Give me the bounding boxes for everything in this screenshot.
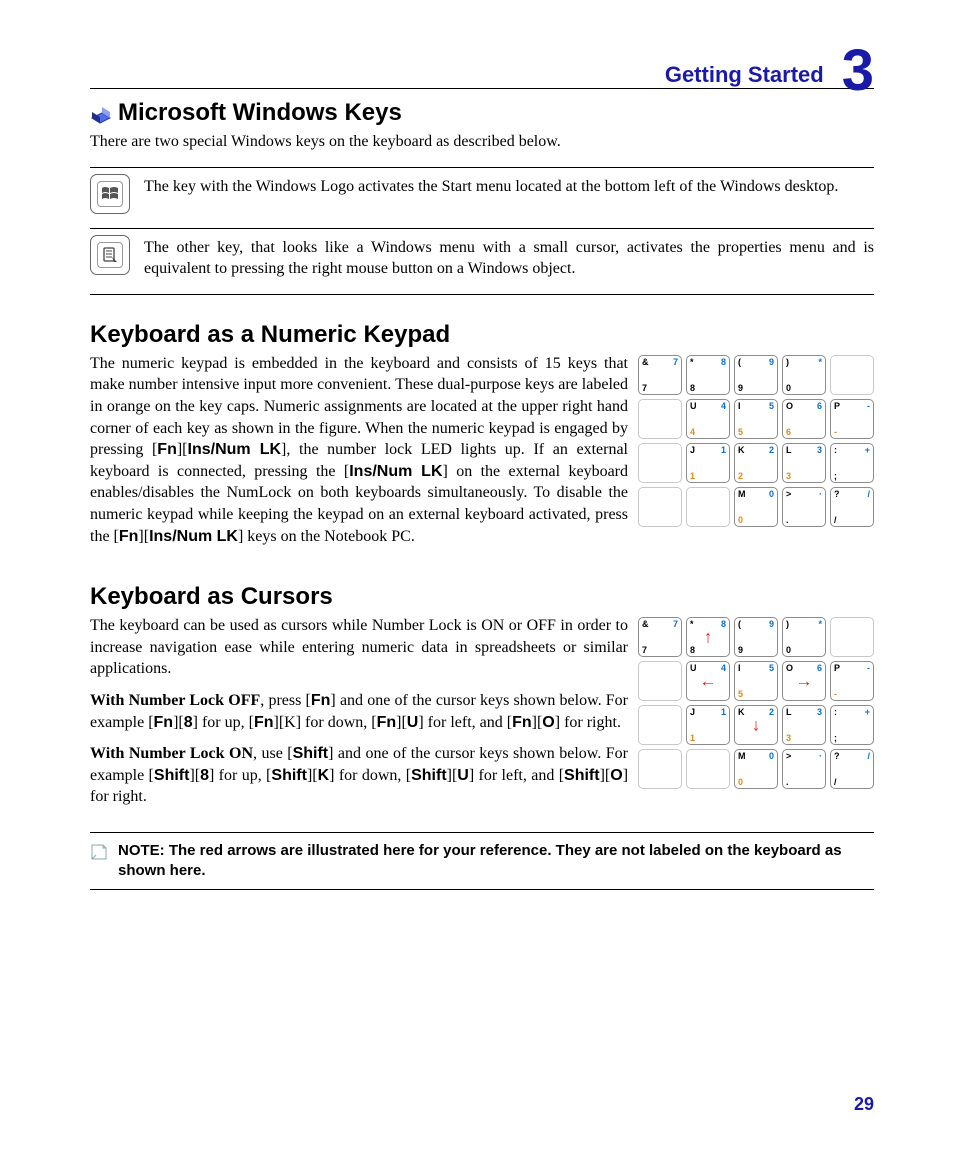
keypad-key: >·. — [782, 749, 826, 789]
key-o: O — [610, 767, 622, 784]
keypad-key: O66 — [782, 399, 826, 439]
keypad-key: L33 — [782, 443, 826, 483]
keypad-key: J11 — [686, 705, 730, 745]
note-box: NOTE: The red arrows are illustrated her… — [90, 832, 874, 891]
keypad-key: )*0 — [782, 617, 826, 657]
keypad-key: O6→ — [782, 661, 826, 701]
key-8: 8 — [200, 767, 209, 784]
key-fn: Fn — [311, 692, 331, 709]
page-number: 29 — [854, 1094, 874, 1115]
arrow-icon: ← — [700, 673, 717, 690]
key-ins-num-lk: Ins/Num LK — [349, 463, 442, 480]
arrow-icon: ↓ — [752, 717, 761, 734]
keypad-key: &77 — [638, 617, 682, 657]
key-8: 8 — [184, 714, 193, 731]
keypad-key: U4← — [686, 661, 730, 701]
key-fn: Fn — [254, 714, 274, 731]
key-ins-num-lk: Ins/Num LK — [188, 441, 282, 458]
windows-logo-icon — [97, 181, 123, 207]
keypad-key: :+; — [830, 443, 874, 483]
key-shift: Shift — [564, 767, 600, 784]
menu-key-icon — [97, 242, 123, 268]
keypad-key — [830, 617, 874, 657]
keypad-key: ?// — [830, 749, 874, 789]
key-k: K — [318, 767, 330, 784]
note-icon — [90, 843, 108, 861]
key-shift: Shift — [154, 767, 190, 784]
cursors-keypad-figure: &77*88↑(99)*0 U4←I55O6→P-- J11K2↓L33:+; M00… — [638, 617, 874, 789]
menu-key-description: The other key, that looks like a Windows… — [144, 235, 874, 280]
keypad-key — [830, 355, 874, 395]
key-fn: Fn — [157, 441, 177, 458]
key-ins-num-lk: Ins/Num LK — [149, 528, 238, 545]
keypad-key: (99 — [734, 617, 778, 657]
keypad-key: I55 — [734, 661, 778, 701]
divider — [90, 294, 874, 295]
section-heading-numeric-keypad: Keyboard as a Numeric Keypad — [90, 321, 874, 349]
menu-key-row: The other key, that looks like a Windows… — [90, 235, 874, 280]
keypad-key: K22 — [734, 443, 778, 483]
keypad-key: L33 — [782, 705, 826, 745]
keypad-key — [638, 661, 682, 701]
key-shift: Shift — [293, 745, 329, 762]
key-shift: Shift — [411, 767, 447, 784]
windows-logo-keycap — [90, 174, 130, 214]
keypad-key: :+; — [830, 705, 874, 745]
menu-keycap — [90, 235, 130, 275]
divider — [90, 167, 874, 168]
keypad-key — [638, 487, 682, 527]
keypad-key — [638, 443, 682, 483]
keypad-key: ?// — [830, 487, 874, 527]
windows-logo-key-description: The key with the Windows Logo activates … — [144, 174, 838, 198]
keypad-key: I55 — [734, 399, 778, 439]
keypad-key — [638, 749, 682, 789]
keypad-key: M00 — [734, 487, 778, 527]
keypad-key: M00 — [734, 749, 778, 789]
keypad-key — [638, 399, 682, 439]
key-shift: Shift — [271, 767, 307, 784]
chapter-title: Getting Started — [665, 62, 824, 88]
key-fn: Fn — [377, 714, 397, 731]
keypad-key: P-- — [830, 661, 874, 701]
keypad-key: P-- — [830, 399, 874, 439]
keypad-key: >·. — [782, 487, 826, 527]
label-numlock-on: With Number Lock ON — [90, 745, 253, 762]
chapter-number: 3 — [842, 48, 874, 94]
key-fn: Fn — [154, 714, 174, 731]
topic-icon — [90, 103, 112, 123]
keypad-key — [686, 749, 730, 789]
keypad-key: K2↓ — [734, 705, 778, 745]
key-fn: Fn — [119, 528, 139, 545]
divider — [90, 228, 874, 229]
keypad-key: (99 — [734, 355, 778, 395]
keypad-key — [686, 487, 730, 527]
chapter-header: Getting Started 3 — [90, 40, 874, 89]
arrow-icon: ↑ — [704, 629, 713, 646]
label-numlock-off: With Number Lock OFF — [90, 692, 260, 709]
keypad-key: )*0 — [782, 355, 826, 395]
keypad-key: U44 — [686, 399, 730, 439]
note-text: NOTE: The red arrows are illustrated her… — [118, 841, 874, 882]
key-o: O — [542, 714, 554, 731]
windows-keys-intro: There are two special Windows keys on th… — [90, 131, 874, 153]
key-u: U — [407, 714, 419, 731]
keypad-key: &77 — [638, 355, 682, 395]
windows-logo-key-row: The key with the Windows Logo activates … — [90, 174, 874, 214]
section-heading-windows-keys: Microsoft Windows Keys — [90, 99, 874, 127]
keypad-key — [638, 705, 682, 745]
key-fn: Fn — [512, 714, 532, 731]
section-title-text: Microsoft Windows Keys — [118, 99, 402, 127]
keypad-key: *88 — [686, 355, 730, 395]
section-heading-cursors: Keyboard as Cursors — [90, 583, 874, 611]
keypad-key: *88↑ — [686, 617, 730, 657]
numeric-keypad-figure: &77*88(99)*0 U44I55O66P-- J11K22L33:+; M00>… — [638, 355, 874, 527]
key-u: U — [457, 767, 469, 784]
keypad-key: J11 — [686, 443, 730, 483]
arrow-icon: → — [796, 673, 813, 690]
